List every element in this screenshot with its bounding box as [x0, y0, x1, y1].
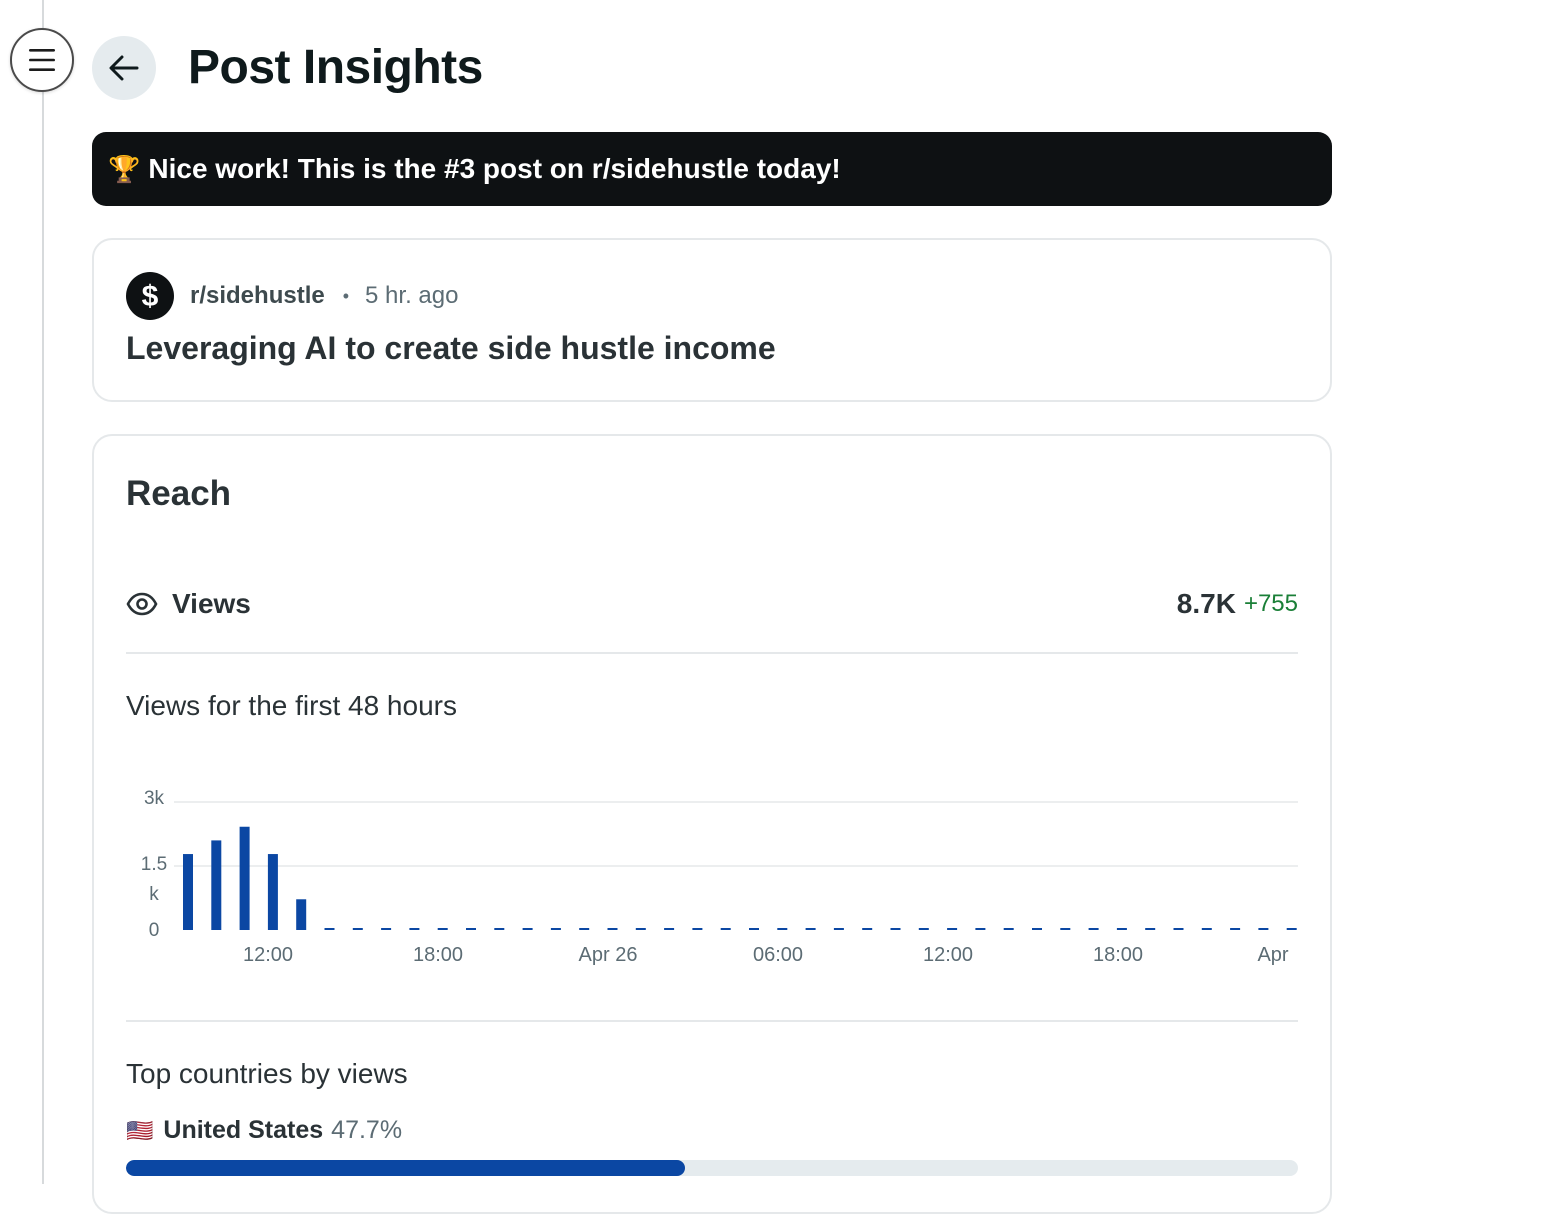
chart-bar [1032, 928, 1042, 930]
y-tick-label: 1.5 [141, 854, 167, 875]
back-button[interactable] [92, 36, 156, 100]
chart-bar [635, 928, 646, 930]
chart-bar [1173, 928, 1184, 930]
chart-bar [918, 928, 929, 930]
country-progress-fill [126, 1160, 686, 1176]
views-value: 8.7K [1176, 588, 1236, 619]
divider [126, 652, 1298, 654]
chart-bar [833, 928, 844, 930]
menu-button[interactable] [10, 28, 74, 92]
chart-bar [607, 928, 618, 930]
post-time: 5 hr. ago [365, 282, 459, 309]
chart-bar [1060, 928, 1071, 930]
chart-bar [1145, 928, 1156, 930]
sidebar-rail [42, 0, 44, 1184]
subreddit-avatar[interactable]: $ [126, 272, 174, 320]
chart-bar [381, 928, 392, 930]
chart-bar [409, 928, 420, 930]
chart-bar [720, 928, 731, 930]
x-tick-label: 12:00 [923, 944, 973, 966]
chart-bar [579, 928, 590, 930]
chart-bar [1088, 928, 1099, 930]
x-tick-label: Apr [1257, 944, 1288, 966]
y-tick-label: 3k [144, 788, 165, 809]
chart-bar [1258, 928, 1269, 930]
country-name: United States [163, 1116, 324, 1144]
reach-card: Reach Views 8.7K +755 Views for the firs… [92, 434, 1332, 1214]
post-card[interactable]: $ r/sidehustle • 5 hr. ago Leveraging AI… [92, 238, 1332, 402]
chart-bar [550, 928, 561, 930]
country-percent: 47.7% [331, 1116, 403, 1144]
chart-bar [1116, 928, 1127, 930]
chart-bar [777, 928, 788, 930]
country-progress-bar [126, 1160, 1298, 1176]
views-chart: 3k 1.5 k 0 12:00 18:00 Apr 26 06:00 12:00 18:00 Ap… [141, 788, 1298, 966]
chart-bar [437, 928, 448, 930]
chart-bar [239, 826, 250, 930]
chart-bar [1230, 928, 1241, 930]
x-tick-label: 12:00 [243, 944, 293, 966]
banner-text: Nice work! This is the #3 post on r/side… [148, 153, 841, 184]
views-label: Views [172, 588, 251, 619]
chart-bar [975, 928, 986, 930]
meta-separator: • [342, 285, 350, 306]
dollar-icon: $ [142, 281, 159, 311]
trophy-icon: 🏆 [108, 153, 141, 184]
svg-text:$: $ [142, 281, 159, 311]
country-row: 🇺🇸 United States 47.7% [126, 1116, 402, 1145]
subreddit-name[interactable]: r/sidehustle [190, 282, 325, 310]
chart-bar [805, 928, 816, 930]
chart-bar [324, 928, 335, 930]
chart-bar [1286, 928, 1297, 930]
x-tick-label: Apr 26 [579, 944, 638, 966]
views-delta: +755 [1243, 590, 1298, 617]
page-title: Post Insights [188, 41, 483, 94]
y-tick-label: 0 [149, 920, 160, 941]
chart-bar [267, 854, 278, 930]
chart-bar [1003, 928, 1014, 930]
views-row: Views 8.7K +755 [126, 582, 1298, 626]
post-meta: $ r/sidehustle • 5 hr. ago [126, 272, 458, 320]
us-flag-icon: 🇺🇸 [126, 1117, 154, 1143]
hamburger-icon [29, 49, 55, 71]
chart-bar [749, 928, 759, 930]
chart-bar [890, 928, 901, 930]
x-tick-label: 18:00 [413, 944, 463, 966]
chart-bar [1201, 928, 1212, 930]
chart-bar [296, 899, 307, 930]
chart-bar [494, 928, 505, 930]
arrow-left-icon [109, 55, 139, 81]
chart-bar [211, 840, 222, 930]
chart-bar [522, 928, 533, 930]
chart-bar [664, 928, 675, 930]
chart-bar [947, 928, 958, 930]
chart-bar [692, 928, 703, 930]
rank-banner: 🏆 Nice work! This is the #3 post on r/si… [92, 132, 1332, 206]
post-title[interactable]: Leveraging AI to create side hustle inco… [126, 330, 776, 367]
chart-bar [352, 928, 363, 930]
eye-icon [126, 592, 158, 616]
reach-title: Reach [126, 474, 232, 513]
chart-title: Views for the first 48 hours [126, 690, 457, 721]
chart-bar [862, 928, 873, 930]
x-tick-label: 06:00 [753, 944, 803, 966]
y-tick-label: k [149, 884, 159, 905]
x-tick-label: 18:00 [1093, 944, 1143, 966]
divider [126, 1020, 1298, 1022]
chart-bar [183, 854, 193, 930]
chart-bar [466, 928, 476, 930]
countries-title: Top countries by views [126, 1058, 408, 1089]
